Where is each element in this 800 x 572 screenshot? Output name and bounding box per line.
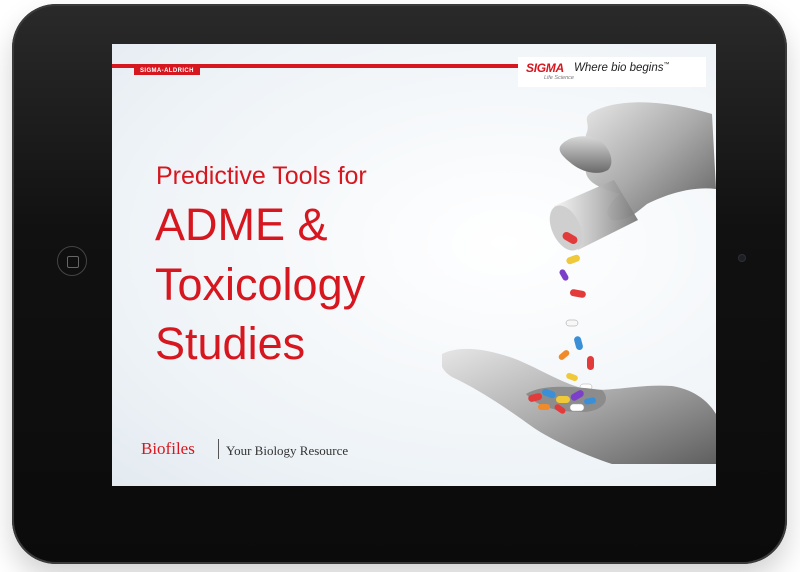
falling-pills bbox=[558, 232, 594, 391]
logo-tagline-text: Where bio begins bbox=[574, 62, 664, 74]
title-line-4: Studies bbox=[155, 318, 306, 369]
logo-sub: Life Science bbox=[544, 75, 574, 81]
title-line-2: ADME & bbox=[155, 199, 328, 250]
home-square-icon bbox=[67, 256, 79, 268]
hands-pouring-pills-illustration bbox=[442, 102, 716, 464]
title-line-3: Toxicology bbox=[155, 259, 366, 310]
title-line-1: Predictive Tools for bbox=[156, 162, 367, 190]
footer-divider bbox=[218, 439, 219, 459]
logo-tm: ™ bbox=[663, 62, 670, 69]
footer-brand: Biofiles bbox=[141, 439, 195, 458]
publisher-strip: SIGMA-ALDRICH bbox=[134, 68, 200, 75]
logo-tagline: Where bio begins™ bbox=[574, 62, 670, 74]
tablet-device: SIGMA-ALDRICH SIGMA Life Science Where b… bbox=[12, 4, 787, 564]
logo-main: SIGMA bbox=[526, 61, 564, 75]
camera-icon bbox=[738, 254, 746, 262]
footer-tagline: Your Biology Resource bbox=[226, 443, 349, 458]
ebook-cover-screen: SIGMA-ALDRICH SIGMA Life Science Where b… bbox=[112, 44, 716, 486]
sigma-logo: SIGMA Life Science Where bio begins™ bbox=[518, 57, 706, 87]
home-button[interactable] bbox=[57, 246, 87, 276]
